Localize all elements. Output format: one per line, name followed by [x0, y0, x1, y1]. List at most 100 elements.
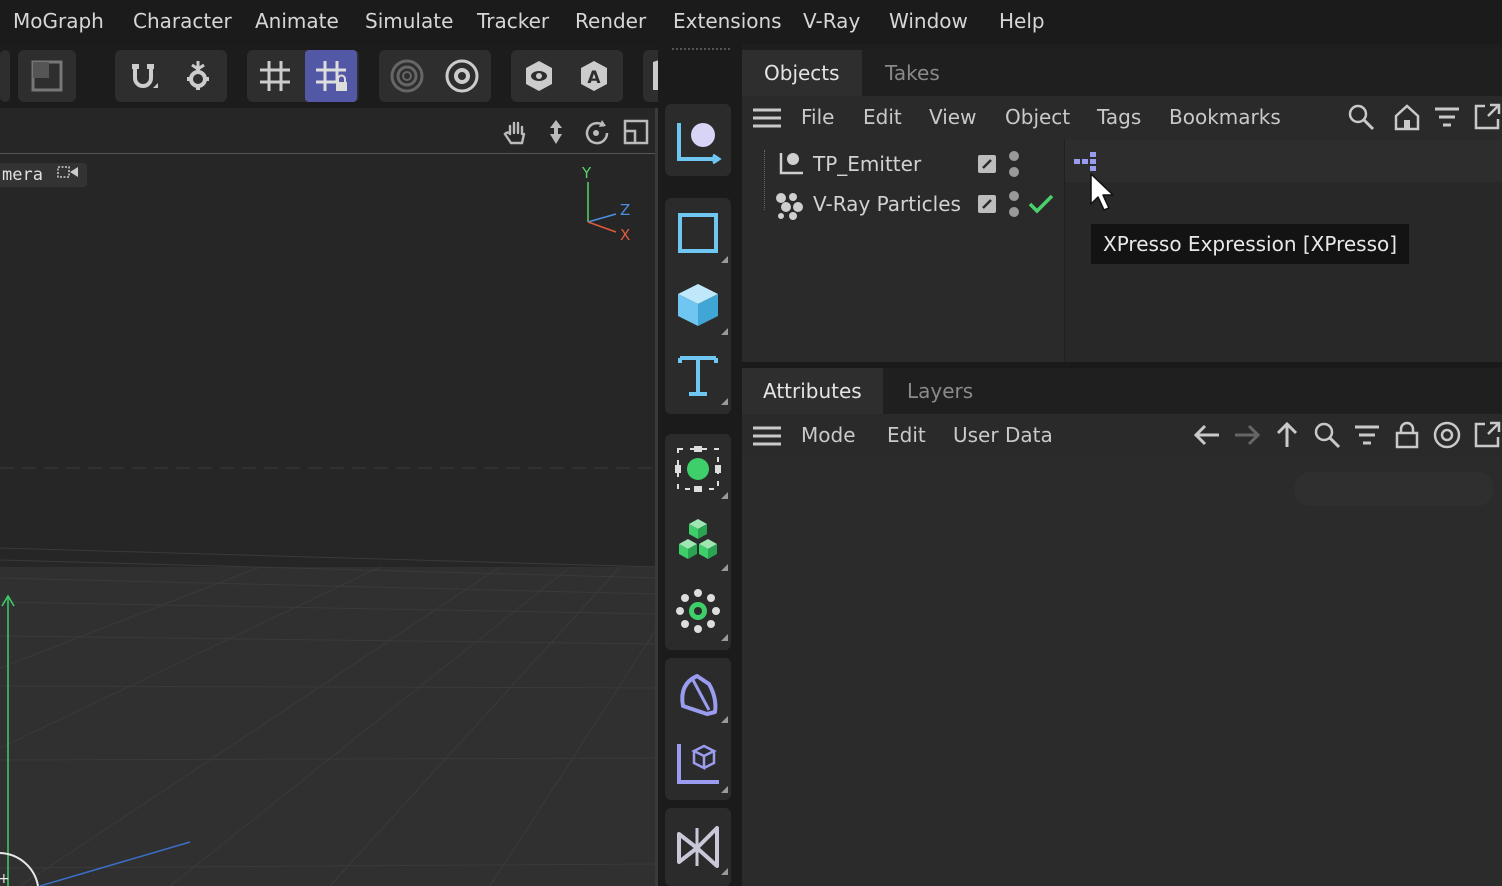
bow-tie-icon [677, 826, 719, 868]
objects-menu-view[interactable]: View [929, 105, 976, 129]
editor-visibility-icon[interactable] [976, 193, 998, 215]
text-spline-button[interactable] [665, 342, 731, 408]
menu-mograph[interactable]: MoGraph [13, 9, 104, 33]
grid-button[interactable] [249, 50, 301, 102]
menu-animate[interactable]: Animate [255, 9, 339, 33]
menu-extensions[interactable]: Extensions [673, 9, 782, 33]
snap-settings-button[interactable] [172, 50, 224, 102]
maximize-view-icon[interactable] [620, 116, 652, 148]
viewport-header-border [0, 153, 657, 154]
cloner-button[interactable] [665, 508, 731, 574]
svg-text:A: A [587, 68, 601, 88]
grid-lock-button[interactable] [305, 50, 357, 102]
tab-attributes[interactable]: Attributes [742, 368, 883, 414]
palette-group-3 [665, 434, 731, 650]
hamburger-menu-icon[interactable] [752, 104, 782, 132]
emitter-icon [776, 148, 806, 178]
new-window-icon[interactable] [1472, 420, 1502, 450]
deformer-button[interactable] [665, 660, 731, 726]
main-toolbar: A [0, 44, 668, 108]
axis-z-label: Z [620, 201, 631, 219]
attributes-tabs: Attributes Layers [742, 368, 1502, 414]
tab-takes[interactable]: Takes [863, 50, 962, 96]
filter-icon[interactable] [1352, 420, 1382, 450]
enabled-check-icon[interactable] [1026, 190, 1056, 218]
generator-button[interactable] [665, 436, 731, 502]
palette-drag-handle[interactable] [672, 48, 730, 58]
search-icon[interactable] [1312, 420, 1342, 450]
rectangle-spline-icon [678, 213, 718, 253]
objects-menu-object[interactable]: Object [1005, 105, 1070, 129]
search-icon[interactable] [1346, 102, 1376, 132]
gear-particles-icon [676, 589, 720, 633]
objects-menu-file[interactable]: File [801, 105, 834, 129]
menu-simulate[interactable]: Simulate [365, 9, 453, 33]
target-icon[interactable] [1432, 420, 1462, 450]
back-arrow-icon[interactable] [1192, 420, 1222, 450]
tab-layers[interactable]: Layers [885, 368, 995, 414]
camera-icon [57, 163, 79, 187]
menu-vray[interactable]: V-Ray [803, 9, 860, 33]
forward-arrow-icon[interactable] [1232, 420, 1262, 450]
menu-character[interactable]: Character [133, 9, 232, 33]
object-tree: TP_Emitter V-Ray Particles [742, 140, 1064, 362]
snap-gear-icon [187, 61, 209, 90]
magnet-icon [132, 64, 158, 88]
undo-snap-button[interactable] [117, 50, 169, 102]
attributes-menu-mode[interactable]: Mode [801, 423, 856, 447]
lock-icon[interactable] [1392, 420, 1422, 450]
render-region-button[interactable] [21, 50, 73, 102]
lod-button[interactable] [381, 50, 433, 102]
attributes-menubar: Mode Edit User Data [742, 414, 1502, 458]
palette-group-2 [665, 198, 731, 414]
lod-settings-button[interactable] [436, 50, 488, 102]
attributes-search-field[interactable] [1294, 472, 1494, 506]
menu-window[interactable]: Window [889, 9, 968, 33]
camera-label-text: mera [2, 165, 43, 185]
spline-rectangle-button[interactable] [665, 200, 731, 266]
grid-lock-icon [316, 61, 347, 91]
display-filter-button[interactable] [513, 50, 565, 102]
home-icon[interactable] [1392, 102, 1422, 132]
render-dots-icon[interactable] [1006, 148, 1022, 180]
viewport-scene: + [0, 154, 657, 886]
effector-button[interactable] [665, 578, 731, 644]
palette-group-4 [665, 658, 731, 800]
tab-objects[interactable]: Objects [742, 50, 862, 96]
hamburger-menu-icon[interactable] [752, 422, 782, 450]
rotate-view-icon[interactable] [580, 116, 612, 148]
menu-render[interactable]: Render [575, 9, 646, 33]
objects-menu-tags[interactable]: Tags [1097, 105, 1141, 129]
mouse-cursor-icon [1089, 172, 1115, 212]
cube-button[interactable] [665, 272, 731, 338]
auto-key-button[interactable]: A [568, 50, 620, 102]
menu-tracker[interactable]: Tracker [477, 9, 549, 33]
move-arrows-icon[interactable] [540, 116, 572, 148]
up-arrow-icon[interactable] [1272, 420, 1302, 450]
pan-hand-icon[interactable] [500, 116, 532, 148]
toolbar-group-render [18, 50, 76, 102]
viewport[interactable]: + [0, 108, 657, 886]
thinking-particles-button[interactable] [665, 107, 731, 173]
render-dots-icon[interactable] [1006, 188, 1022, 220]
menubar: MoGraph Character Animate Simulate Track… [0, 0, 1502, 44]
svg-text:+: + [0, 871, 10, 886]
objects-menu-bookmarks[interactable]: Bookmarks [1169, 105, 1281, 129]
generator-sphere-icon [675, 446, 721, 492]
objects-tabs: Objects Takes [742, 50, 1502, 96]
objects-menu-edit[interactable]: Edit [863, 105, 902, 129]
attributes-menu-edit[interactable]: Edit [887, 423, 926, 447]
camera-label[interactable]: mera [0, 163, 88, 187]
attributes-body [742, 458, 1502, 886]
field-button[interactable] [665, 730, 731, 796]
target-icon [390, 59, 424, 93]
scene-camera-button[interactable] [665, 812, 731, 878]
attributes-menu-user-data[interactable]: User Data [953, 423, 1053, 447]
new-window-icon[interactable] [1472, 102, 1502, 132]
filter-icon[interactable] [1432, 102, 1462, 132]
menu-help[interactable]: Help [999, 9, 1045, 33]
xpresso-tag-icon[interactable] [1071, 150, 1101, 172]
render-region-icon [31, 60, 63, 92]
axis-y-label: Y [582, 164, 592, 182]
editor-visibility-icon[interactable] [976, 153, 998, 175]
